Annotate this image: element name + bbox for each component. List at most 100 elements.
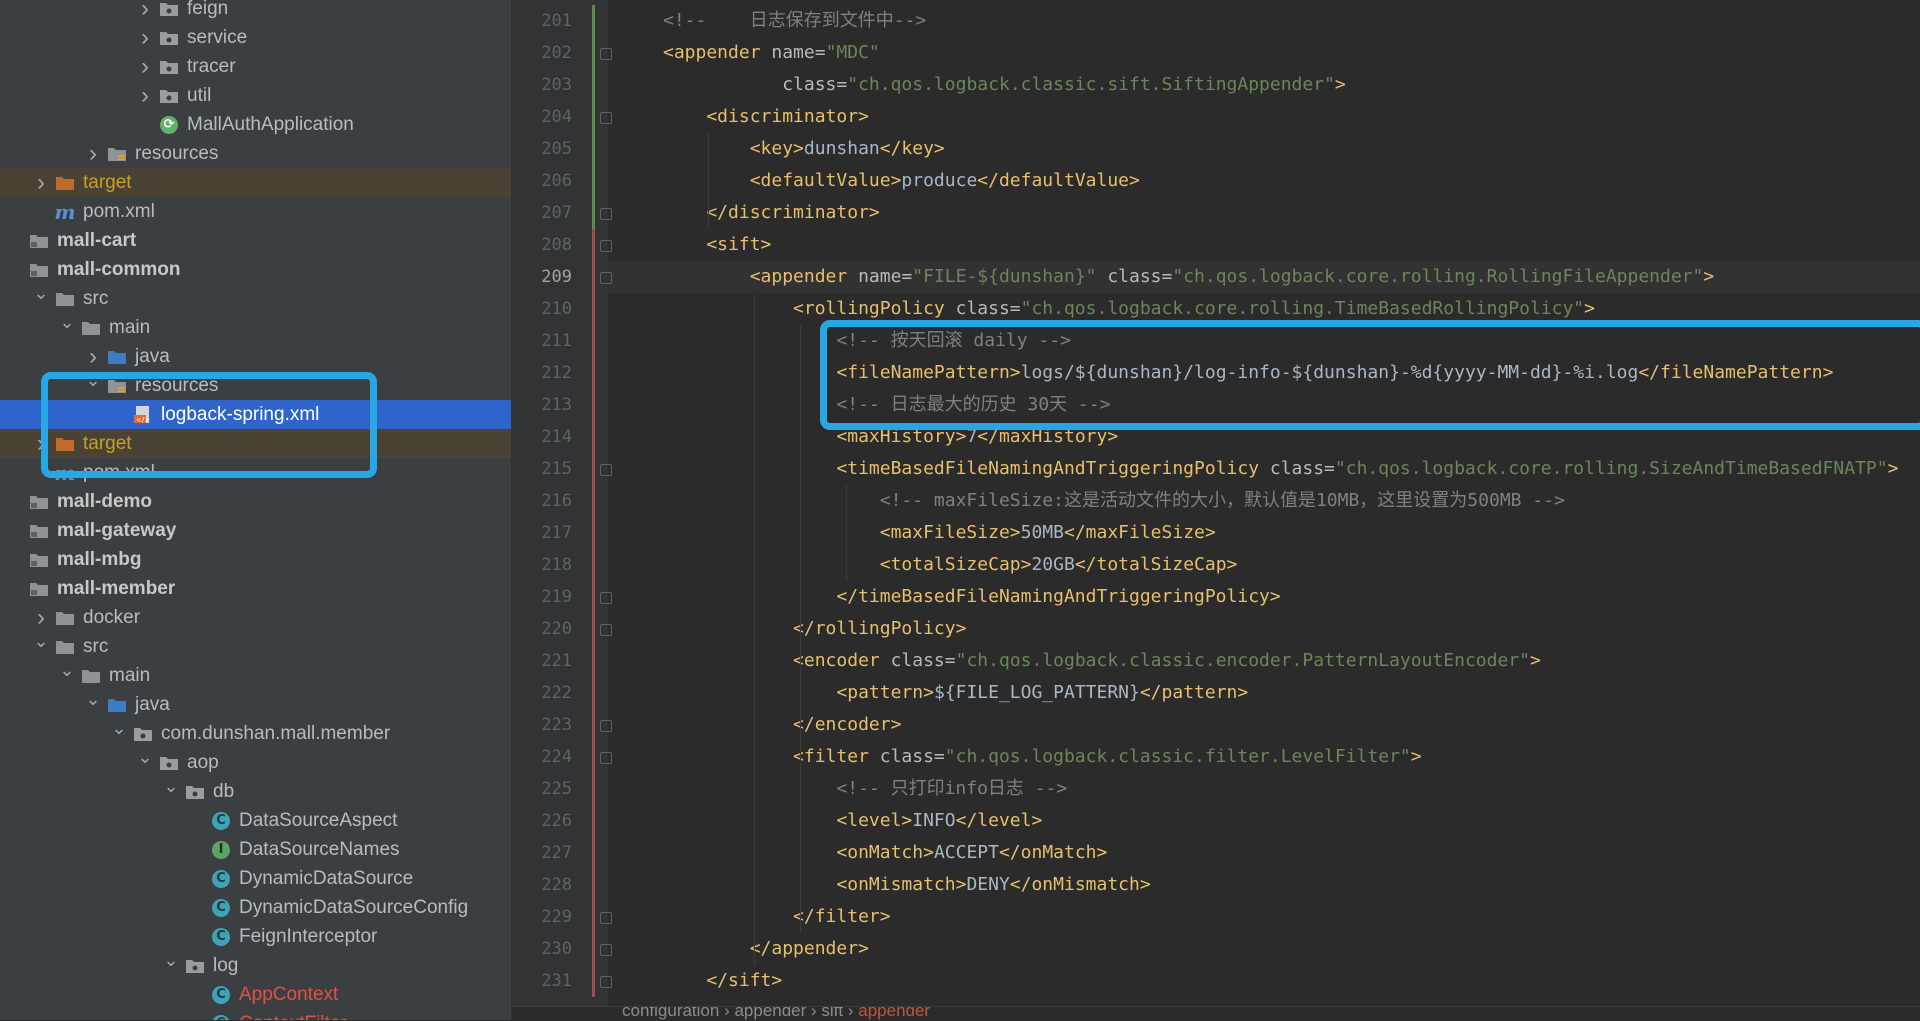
fold-marker-icon[interactable] bbox=[600, 976, 612, 988]
fold-marker-icon[interactable] bbox=[600, 240, 612, 252]
fold-marker-icon[interactable] bbox=[600, 208, 612, 220]
chevron-right-icon[interactable]: › bbox=[80, 140, 106, 167]
tree-item[interactable]: › target bbox=[0, 168, 511, 197]
chevron-right-icon[interactable]: › bbox=[132, 0, 158, 22]
fold-marker-icon[interactable] bbox=[600, 624, 612, 636]
breadcrumb-item[interactable]: appender bbox=[734, 1007, 806, 1020]
tree-item[interactable]: › docker bbox=[0, 603, 511, 632]
tree-item[interactable]: mall-member bbox=[0, 574, 511, 603]
code-line[interactable]: <pattern>${FILE_LOG_PATTERN}</pattern> bbox=[608, 677, 1920, 709]
tree-item[interactable]: C AppContext bbox=[0, 980, 511, 1009]
code-editor[interactable]: <!-- 日志保存到文件中--> <appender name="MDC" cla… bbox=[608, 0, 1920, 1012]
fold-marker-icon[interactable] bbox=[600, 720, 612, 732]
code-line[interactable]: <maxFileSize>50MB</maxFileSize> bbox=[608, 517, 1920, 549]
chevron-down-icon[interactable]: ⌄ bbox=[28, 281, 54, 307]
tree-item[interactable]: m pom.xml bbox=[0, 197, 511, 226]
fold-marker-icon[interactable] bbox=[600, 272, 612, 284]
code-line[interactable]: <!-- 日志保存到文件中--> bbox=[608, 5, 1920, 37]
tree-item[interactable]: ⌄ com.dunshan.mall.member bbox=[0, 716, 511, 748]
code-line[interactable]: <key>dunshan</key> bbox=[608, 133, 1920, 165]
code-line[interactable]: <level>INFO</level> bbox=[608, 805, 1920, 837]
chevron-down-icon[interactable]: ⌄ bbox=[158, 774, 184, 800]
chevron-down-icon[interactable]: ⌄ bbox=[80, 687, 106, 713]
tree-item[interactable]: mall-gateway bbox=[0, 516, 511, 545]
code-line[interactable]: </timeBasedFileNamingAndTriggeringPolicy… bbox=[608, 581, 1920, 613]
tree-item[interactable]: mall-mbg bbox=[0, 545, 511, 574]
tree-item[interactable]: › resources bbox=[0, 139, 511, 168]
tree-item[interactable]: C DynamicDataSource bbox=[0, 864, 511, 893]
fold-marker-icon[interactable] bbox=[600, 464, 612, 476]
fold-marker-icon[interactable] bbox=[600, 48, 612, 60]
tree-item[interactable]: mall-cart bbox=[0, 226, 511, 255]
code-line[interactable]: <!-- 只打印info日志 --> bbox=[608, 773, 1920, 805]
tree-item[interactable]: ⌄ main bbox=[0, 658, 511, 690]
tree-item[interactable]: ⌄ log bbox=[0, 948, 511, 980]
code-line[interactable]: class="ch.qos.logback.classic.sift.Sifti… bbox=[608, 69, 1920, 101]
code-line[interactable]: <defaultValue>produce</defaultValue> bbox=[608, 165, 1920, 197]
tree-item[interactable]: mall-demo bbox=[0, 487, 511, 516]
chevron-right-icon[interactable]: › bbox=[132, 24, 158, 51]
fold-marker-icon[interactable] bbox=[600, 592, 612, 604]
tree-item[interactable]: › util bbox=[0, 81, 511, 110]
project-tree[interactable]: › feign › service › tracer › util ⟳ MallAuthAppli… bbox=[0, 0, 512, 1020]
code-line[interactable]: <totalSizeCap>20GB</totalSizeCap> bbox=[608, 549, 1920, 581]
code-line[interactable]: <filter class="ch.qos.logback.classic.fi… bbox=[608, 741, 1920, 773]
code-line[interactable]: <appender name="MDC" bbox=[608, 37, 1920, 69]
tree-item[interactable]: ⌄ db bbox=[0, 774, 511, 806]
tree-item[interactable]: ⌄ aop bbox=[0, 745, 511, 777]
code-line[interactable]: <encoder class="ch.qos.logback.classic.e… bbox=[608, 645, 1920, 677]
folder-icon bbox=[80, 665, 102, 687]
vcs-change-marker[interactable] bbox=[592, 5, 595, 229]
tree-item[interactable]: › java bbox=[0, 342, 511, 371]
chevron-down-icon[interactable]: ⌄ bbox=[132, 745, 158, 771]
code-line[interactable]: </discriminator> bbox=[608, 197, 1920, 229]
tree-item[interactable]: C DynamicDataSourceConfig bbox=[0, 893, 511, 922]
fold-marker-icon[interactable] bbox=[600, 112, 612, 124]
code-token: <onMismatch> bbox=[663, 874, 967, 895]
fold-marker-icon[interactable] bbox=[600, 944, 612, 956]
tree-item[interactable]: ⌄ java bbox=[0, 687, 511, 719]
chevron-right-icon[interactable]: › bbox=[132, 53, 158, 80]
tree-item[interactable]: ⟳ MallAuthApplication bbox=[0, 110, 511, 139]
breadcrumb-item[interactable]: configuration bbox=[622, 1007, 719, 1020]
code-line[interactable]: <onMatch>ACCEPT</onMatch> bbox=[608, 837, 1920, 869]
code-line[interactable]: </filter> bbox=[608, 901, 1920, 933]
tree-item[interactable]: I DataSourceNames bbox=[0, 835, 511, 864]
tree-item[interactable]: mall-common bbox=[0, 255, 511, 284]
code-line[interactable]: <!-- maxFileSize:这是活动文件的大小，默认值是10MB，这里设置… bbox=[608, 485, 1920, 517]
code-token: <level> bbox=[663, 810, 913, 831]
tree-item[interactable]: C ContextFilter bbox=[0, 1009, 511, 1020]
breadcrumb-item[interactable]: appender bbox=[858, 1007, 930, 1020]
breadcrumb-item[interactable]: sift bbox=[821, 1007, 843, 1020]
code-line[interactable]: <timeBasedFileNamingAndTriggeringPolicy … bbox=[608, 453, 1920, 485]
chevron-right-icon[interactable]: › bbox=[28, 604, 54, 631]
code-line[interactable]: <discriminator> bbox=[608, 101, 1920, 133]
tree-item[interactable]: ⌄ main bbox=[0, 310, 511, 342]
fold-marker-icon[interactable] bbox=[600, 752, 612, 764]
code-line[interactable]: </rollingPolicy> bbox=[608, 613, 1920, 645]
chevron-down-icon[interactable]: ⌄ bbox=[158, 948, 184, 974]
code-line[interactable]: </appender> bbox=[608, 933, 1920, 965]
code-line[interactable]: <onMismatch>DENY</onMismatch> bbox=[608, 869, 1920, 901]
chevron-right-icon[interactable]: › bbox=[28, 169, 54, 196]
class-icon: C bbox=[210, 926, 232, 948]
tree-item[interactable]: C FeignInterceptor bbox=[0, 922, 511, 951]
tree-item[interactable]: › tracer bbox=[0, 52, 511, 81]
chevron-down-icon[interactable]: ⌄ bbox=[54, 658, 80, 684]
chevron-down-icon[interactable]: ⌄ bbox=[54, 310, 80, 336]
code-line[interactable]: </sift> bbox=[608, 965, 1920, 997]
tree-item[interactable]: › feign bbox=[0, 0, 511, 23]
vcs-change-marker[interactable] bbox=[592, 229, 595, 997]
tree-item[interactable]: C DataSourceAspect bbox=[0, 806, 511, 835]
chevron-right-icon[interactable]: › bbox=[132, 82, 158, 109]
tree-item[interactable]: › service bbox=[0, 23, 511, 52]
chevron-right-icon[interactable]: › bbox=[80, 343, 106, 370]
fold-marker-icon[interactable] bbox=[600, 912, 612, 924]
chevron-down-icon[interactable]: ⌄ bbox=[106, 716, 132, 742]
code-line[interactable]: <sift> bbox=[608, 229, 1920, 261]
code-line[interactable]: </encoder> bbox=[608, 709, 1920, 741]
chevron-down-icon[interactable]: ⌄ bbox=[28, 629, 54, 655]
code-token: name= bbox=[847, 266, 913, 287]
code-line[interactable]: <appender name="FILE-${dunshan}" class="… bbox=[608, 261, 1920, 293]
